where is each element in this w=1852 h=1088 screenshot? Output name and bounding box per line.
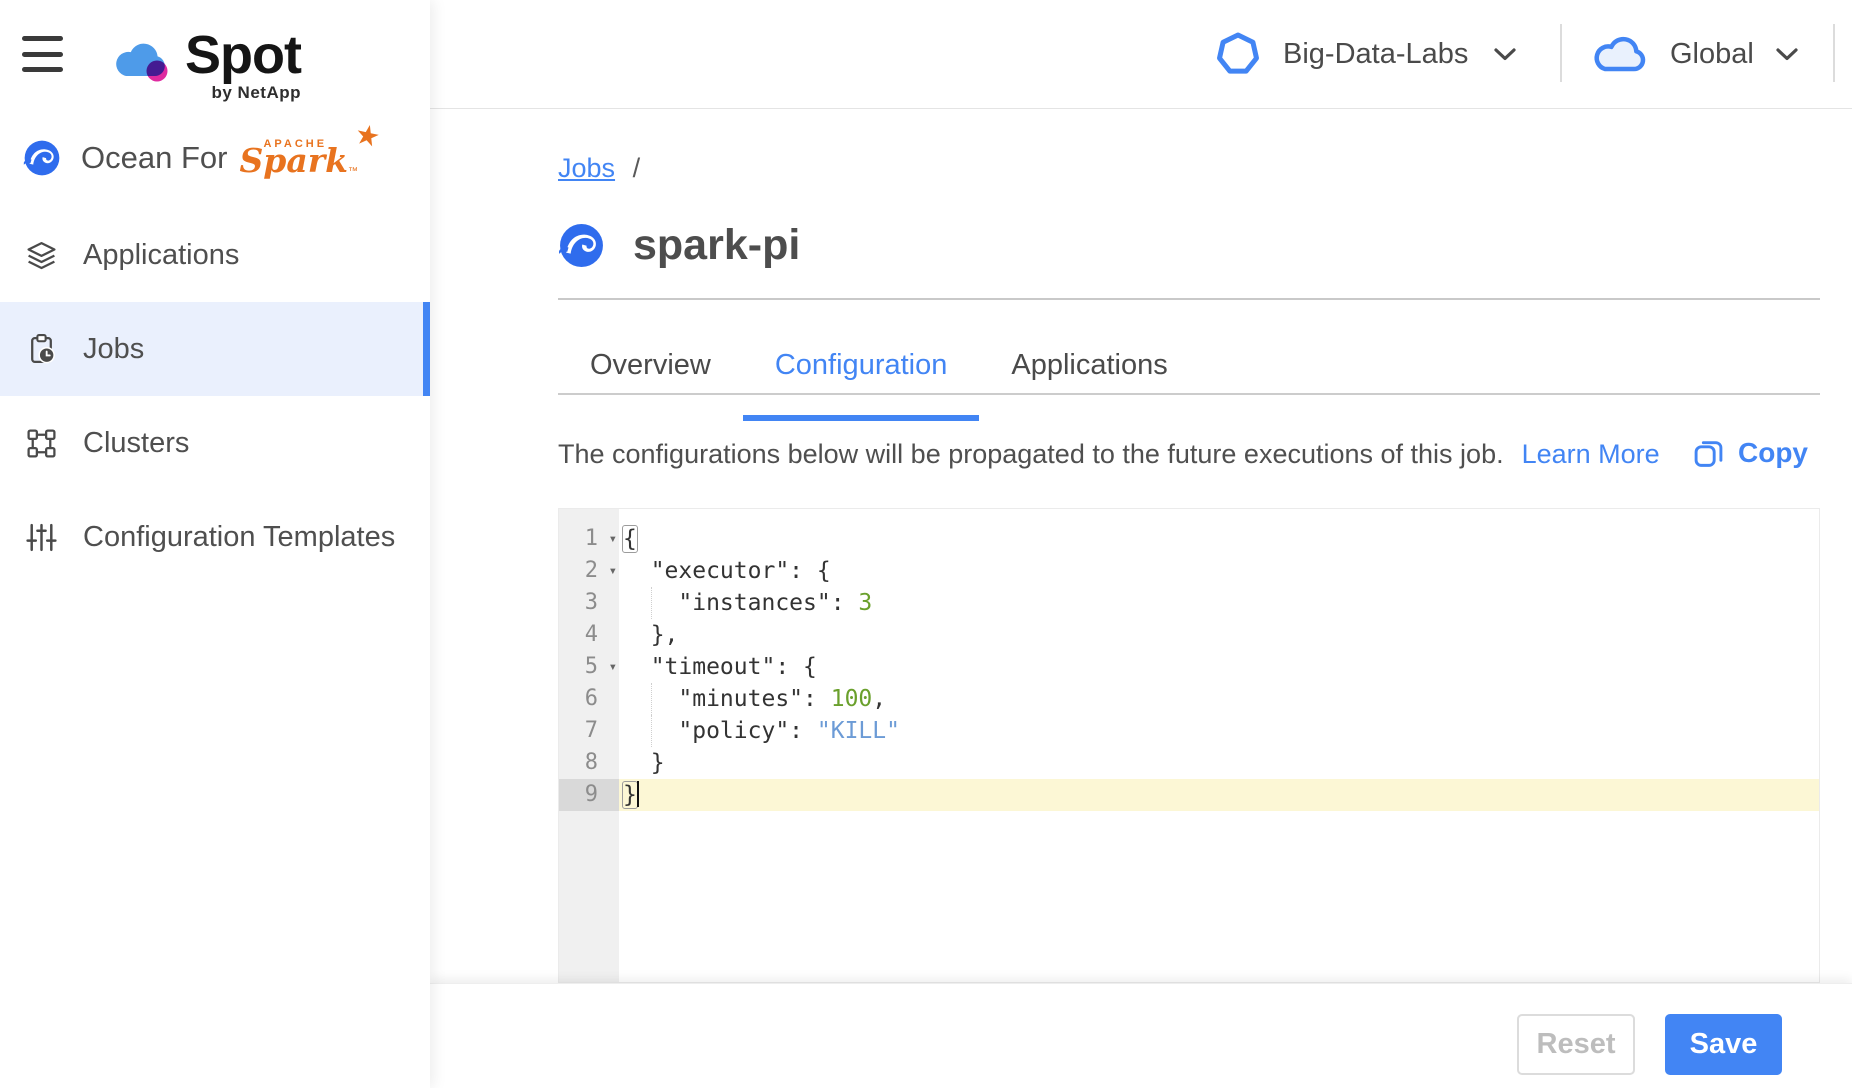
gutter-line: 5▾ bbox=[559, 651, 619, 683]
product-prefix: Ocean For bbox=[81, 140, 227, 176]
tab-bar: Overview Configuration Applications bbox=[558, 335, 1820, 395]
code-line[interactable]: }, bbox=[619, 619, 1819, 651]
tab-underline bbox=[558, 393, 1820, 395]
gutter-line: 1▾ bbox=[559, 523, 619, 555]
spark-label: Spark bbox=[239, 141, 348, 180]
code-line[interactable]: "executor": { bbox=[619, 555, 1819, 587]
breadcrumb-separator: / bbox=[633, 153, 641, 183]
nodes-icon bbox=[25, 427, 58, 460]
sliders-icon bbox=[25, 521, 58, 554]
line-number: 3 bbox=[585, 587, 598, 619]
hamburger-menu-icon[interactable] bbox=[22, 36, 63, 72]
code-line[interactable]: "policy": "KILL" bbox=[619, 715, 1819, 747]
code-line[interactable]: "instances": 3 bbox=[619, 587, 1819, 619]
text-cursor bbox=[637, 781, 639, 807]
region-label: Global bbox=[1670, 38, 1754, 71]
page-title: spark-pi bbox=[633, 221, 800, 270]
page-title-row: spark-pi bbox=[558, 221, 800, 270]
editor-code[interactable]: { "executor": { "instances": 3 }, "timeo… bbox=[619, 509, 1819, 982]
copy-label: Copy bbox=[1738, 437, 1808, 469]
fold-arrow-icon[interactable]: ▾ bbox=[609, 523, 617, 555]
product-title-ocean-for-spark[interactable]: Ocean For APACHE Spark™ ★ bbox=[23, 138, 378, 177]
indent-guide bbox=[651, 683, 652, 715]
sidebar-item-label: Configuration Templates bbox=[83, 521, 395, 554]
breadcrumb: Jobs / bbox=[558, 153, 640, 184]
copy-button[interactable]: Copy bbox=[1693, 437, 1808, 469]
code-line[interactable]: } bbox=[619, 779, 1819, 811]
learn-more-link[interactable]: Learn More bbox=[1522, 439, 1660, 469]
config-description-row: The configurations below will be propaga… bbox=[558, 439, 1820, 483]
main-content: Jobs / spark-pi Overview Configuration A… bbox=[430, 109, 1852, 983]
reset-button[interactable]: Reset bbox=[1517, 1014, 1635, 1075]
workspace-dropdown[interactable]: Big-Data-Labs bbox=[1215, 31, 1516, 77]
editor-gutter: 1▾2▾345▾6789 bbox=[559, 509, 619, 982]
gutter-line: 3 bbox=[559, 587, 619, 619]
sidebar-menu: Applications Jobs Clusters bbox=[0, 208, 430, 584]
breadcrumb-jobs-link[interactable]: Jobs bbox=[558, 153, 615, 183]
ocean-wave-icon bbox=[558, 222, 605, 269]
json-code-editor[interactable]: 1▾2▾345▾6789 { "executor": { "instances"… bbox=[558, 508, 1820, 983]
brand-byline: by NetApp bbox=[211, 83, 301, 103]
ocean-wave-icon bbox=[23, 139, 61, 177]
fold-arrow-icon[interactable]: ▾ bbox=[609, 555, 617, 587]
line-number: 8 bbox=[585, 747, 598, 779]
tab-overview[interactable]: Overview bbox=[558, 335, 743, 395]
gutter-line: 6 bbox=[559, 683, 619, 715]
sidebar-item-label: Applications bbox=[83, 239, 239, 272]
gutter-line: 4 bbox=[559, 619, 619, 651]
sidebar-item-jobs[interactable]: Jobs bbox=[0, 302, 430, 396]
code-line[interactable]: "minutes": 100, bbox=[619, 683, 1819, 715]
line-number: 5 bbox=[585, 651, 598, 683]
cloud-icon bbox=[1592, 31, 1650, 77]
save-button[interactable]: Save bbox=[1665, 1014, 1782, 1075]
tab-applications[interactable]: Applications bbox=[979, 335, 1199, 395]
copy-icon bbox=[1693, 438, 1724, 469]
chevron-down-icon bbox=[1494, 48, 1516, 61]
spark-star-icon: ★ bbox=[352, 120, 382, 153]
sidebar-item-applications[interactable]: Applications bbox=[0, 208, 430, 302]
line-number: 2 bbox=[585, 555, 598, 587]
gutter-line: 7 bbox=[559, 715, 619, 747]
line-number: 1 bbox=[585, 523, 598, 555]
apache-spark-logo: APACHE Spark™ ★ bbox=[239, 138, 378, 177]
top-header: Big-Data-Labs Global bbox=[430, 0, 1852, 109]
action-footer: Reset Save bbox=[430, 983, 1852, 1088]
indent-guide bbox=[651, 715, 652, 747]
sidebar-item-label: Clusters bbox=[83, 427, 189, 460]
spot-cloud-logo-icon bbox=[111, 36, 175, 84]
tab-configuration[interactable]: Configuration bbox=[743, 335, 980, 395]
layers-icon bbox=[25, 239, 58, 272]
spot-logo: Spot by NetApp bbox=[111, 30, 301, 103]
gutter-line: 2▾ bbox=[559, 555, 619, 587]
line-number: 6 bbox=[585, 683, 598, 715]
code-line[interactable]: } bbox=[619, 747, 1819, 779]
config-description: The configurations below will be propaga… bbox=[558, 439, 1504, 469]
brand-bar: Spot by NetApp bbox=[22, 30, 301, 103]
region-dropdown[interactable]: Global bbox=[1592, 31, 1798, 77]
line-number: 9 bbox=[585, 779, 598, 811]
title-divider bbox=[558, 298, 1820, 300]
sidebar-item-label: Jobs bbox=[83, 333, 144, 366]
header-divider bbox=[1560, 24, 1562, 82]
line-number: 4 bbox=[585, 619, 598, 651]
indent-guide bbox=[651, 587, 652, 619]
line-number: 7 bbox=[585, 715, 598, 747]
sidebar-item-configuration-templates[interactable]: Configuration Templates bbox=[0, 490, 430, 584]
brand-name: Spot bbox=[185, 30, 301, 80]
gutter-line: 9 bbox=[559, 779, 619, 811]
fold-arrow-icon[interactable]: ▾ bbox=[609, 651, 617, 683]
code-line[interactable]: { bbox=[619, 523, 1819, 555]
code-line[interactable]: "timeout": { bbox=[619, 651, 1819, 683]
chevron-down-icon bbox=[1776, 48, 1798, 61]
sidebar: Spot by NetApp Ocean For APACHE Spark™ ★… bbox=[0, 0, 430, 1088]
sidebar-item-clusters[interactable]: Clusters bbox=[0, 396, 430, 490]
header-divider bbox=[1833, 24, 1835, 82]
heptagon-icon bbox=[1215, 31, 1261, 77]
clipboard-clock-icon bbox=[25, 333, 58, 366]
workspace-label: Big-Data-Labs bbox=[1283, 38, 1468, 71]
gutter-line: 8 bbox=[559, 747, 619, 779]
